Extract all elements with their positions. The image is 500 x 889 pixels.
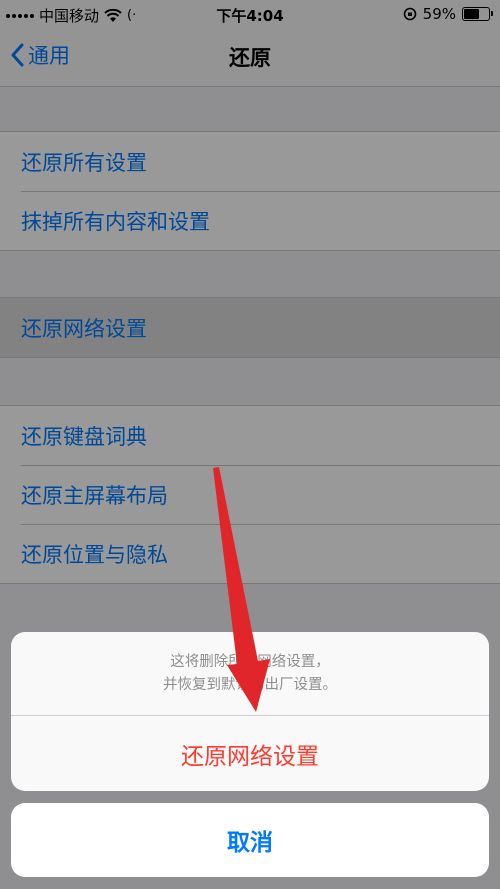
cancel-button[interactable]: 取消 [11, 803, 489, 877]
action-sheet-message: 这将删除所有网络设置， 并恢复到默认的出厂设置。 [11, 632, 489, 716]
message-line-2: 并恢复到默认的出厂设置。 [163, 676, 337, 693]
message-line-1: 这将删除所有网络设置， [170, 653, 330, 670]
action-sheet: 这将删除所有网络设置， 并恢复到默认的出厂设置。 还原网络设置 [11, 632, 489, 791]
confirm-reset-network-button[interactable]: 还原网络设置 [11, 716, 489, 791]
